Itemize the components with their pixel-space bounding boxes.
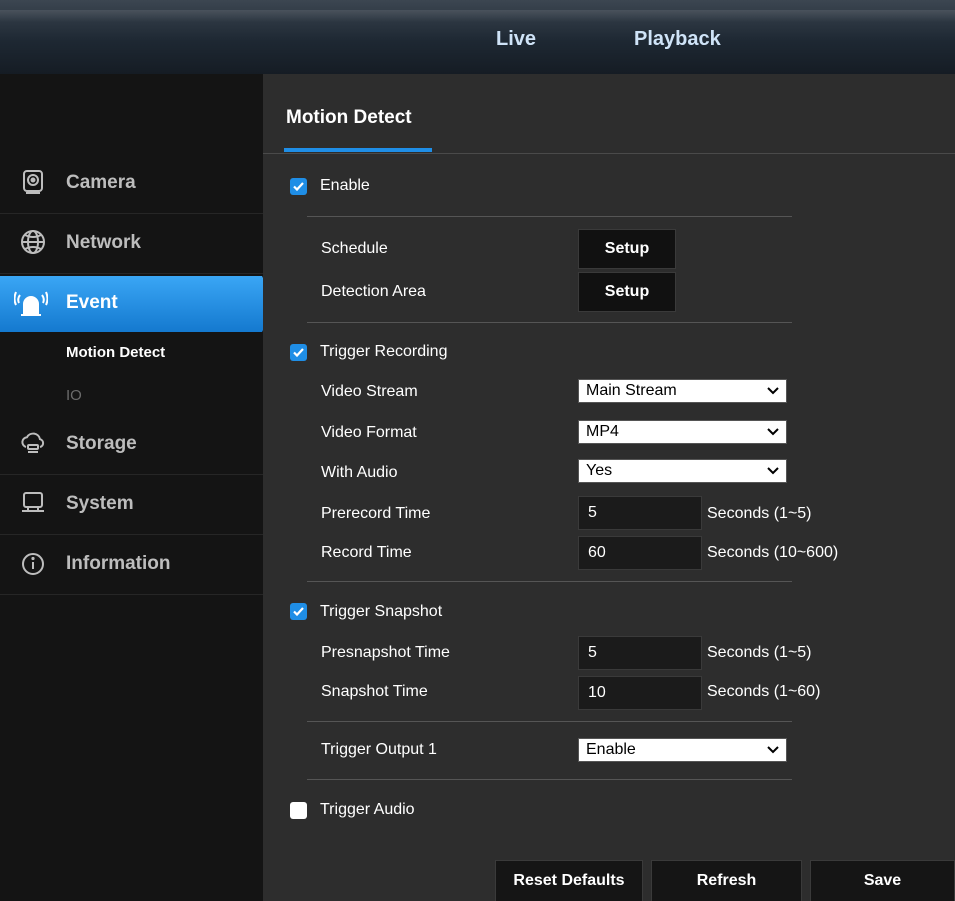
select-value: MP4 (586, 423, 619, 440)
prerecord-time-unit: Seconds (1~5) (707, 505, 812, 522)
chevron-down-icon (767, 467, 779, 475)
nav-live[interactable]: Live (496, 28, 536, 51)
refresh-button[interactable]: Refresh (651, 860, 802, 901)
schedule-label: Schedule (321, 240, 388, 257)
with-audio-select[interactable]: Yes (578, 459, 787, 483)
video-format-select[interactable]: MP4 (578, 420, 787, 444)
sidebar: Camera Network Event Motion Detect IO St… (0, 74, 276, 901)
trigger-snapshot-checkbox[interactable] (290, 603, 307, 620)
camera-icon (20, 169, 46, 195)
select-value: Enable (586, 741, 636, 758)
network-globe-icon (20, 229, 46, 255)
record-time-unit: Seconds (10~600) (707, 544, 839, 561)
presnapshot-time-label: Presnapshot Time (321, 644, 450, 661)
sidebar-item-label: System (66, 493, 134, 514)
section-divider (307, 581, 792, 582)
video-stream-label: Video Stream (321, 383, 418, 400)
checkmark-icon (293, 182, 304, 192)
snapshot-time-input[interactable]: 10 (578, 676, 702, 710)
snapshot-time-label: Snapshot Time (321, 683, 428, 700)
select-value: Yes (586, 462, 613, 479)
section-divider (307, 216, 792, 217)
sidebar-item-event[interactable]: Event (0, 276, 276, 332)
video-format-label: Video Format (321, 424, 417, 441)
presnapshot-time-unit: Seconds (1~5) (707, 644, 812, 661)
sidebar-item-information[interactable]: Information (0, 535, 263, 595)
detection-area-setup-button[interactable]: Setup (578, 272, 676, 312)
sidebar-item-label: Network (66, 232, 141, 253)
sidebar-item-system[interactable]: System (0, 475, 263, 535)
trigger-output-1-label: Trigger Output 1 (321, 741, 437, 758)
monitor-icon (20, 490, 46, 516)
sidebar-item-label: Storage (66, 433, 137, 454)
trigger-output-1-select[interactable]: Enable (578, 738, 787, 762)
checkmark-icon (293, 607, 304, 617)
enable-checkbox[interactable] (290, 178, 307, 195)
sidebar-subitem-io[interactable]: IO (66, 387, 82, 404)
trigger-snapshot-label: Trigger Snapshot (320, 603, 443, 620)
info-circle-icon (20, 550, 46, 576)
sidebar-item-label: Camera (66, 172, 136, 193)
trigger-recording-label: Trigger Recording (320, 343, 448, 360)
checkmark-icon (293, 348, 304, 358)
trigger-audio-checkbox[interactable] (290, 802, 307, 819)
alarm-siren-icon (13, 288, 49, 318)
detection-area-label: Detection Area (321, 283, 426, 300)
reset-defaults-button[interactable]: Reset Defaults (495, 860, 643, 901)
section-divider (307, 779, 792, 780)
title-underline (284, 148, 432, 152)
top-nav-glow (0, 10, 955, 22)
sidebar-item-camera[interactable]: Camera (0, 154, 263, 214)
top-nav-bar: Live Playback (0, 0, 955, 74)
schedule-setup-button[interactable]: Setup (578, 229, 676, 269)
page-title: Motion Detect (286, 107, 412, 128)
nav-playback[interactable]: Playback (634, 28, 721, 51)
sidebar-item-label: Event (66, 292, 118, 313)
prerecord-time-label: Prerecord Time (321, 505, 431, 522)
title-rule (263, 153, 955, 154)
record-time-label: Record Time (321, 544, 412, 561)
trigger-recording-checkbox[interactable] (290, 344, 307, 361)
cloud-storage-icon (20, 430, 46, 456)
sidebar-item-storage[interactable]: Storage (0, 415, 263, 475)
chevron-down-icon (767, 428, 779, 436)
presnapshot-time-input[interactable]: 5 (578, 636, 702, 670)
trigger-audio-label: Trigger Audio (320, 801, 415, 818)
snapshot-time-unit: Seconds (1~60) (707, 683, 821, 700)
chevron-down-icon (767, 387, 779, 395)
select-value: Main Stream (586, 382, 677, 399)
video-stream-select[interactable]: Main Stream (578, 379, 787, 403)
section-divider (307, 721, 792, 722)
enable-label: Enable (320, 177, 370, 194)
save-button[interactable]: Save (810, 860, 955, 901)
sidebar-subitem-motion-detect[interactable]: Motion Detect (66, 344, 165, 361)
sidebar-item-network[interactable]: Network (0, 214, 263, 274)
chevron-down-icon (767, 746, 779, 754)
section-divider (307, 322, 792, 323)
sidebar-item-label: Information (66, 553, 171, 574)
record-time-input[interactable]: 60 (578, 536, 702, 570)
main-panel: Motion Detect Enable Schedule Setup Dete… (263, 74, 955, 901)
prerecord-time-input[interactable]: 5 (578, 496, 702, 530)
with-audio-label: With Audio (321, 464, 398, 481)
